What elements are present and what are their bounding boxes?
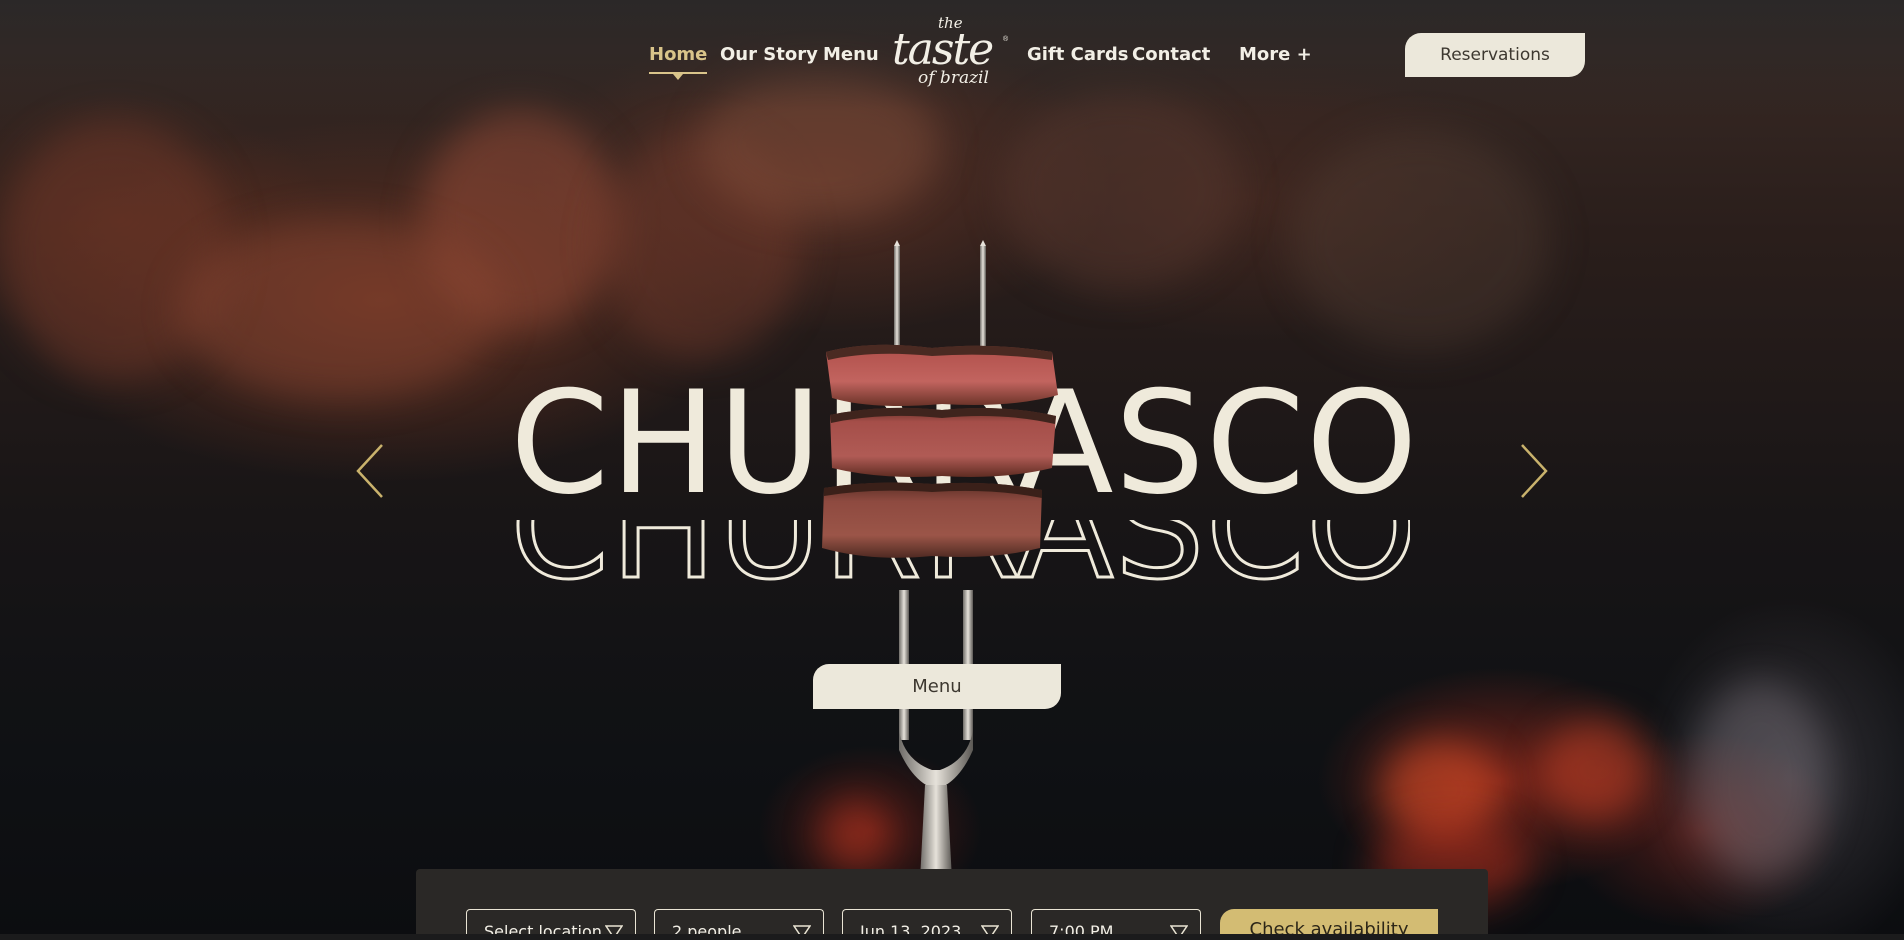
fork-steak-illustration	[822, 240, 1058, 880]
nav-item-more[interactable]: More +	[1239, 44, 1312, 65]
hero-menu-button[interactable]: Menu	[813, 664, 1061, 709]
nav-item-contact-label: Contact	[1132, 44, 1211, 65]
page-bottom-edge	[0, 934, 1904, 940]
reservation-search-bar: Select location 2 people Jun 13, 2023 7:…	[416, 869, 1488, 940]
logo-registered-mark: ®	[1003, 36, 1009, 43]
nav-item-more-label: More +	[1239, 44, 1312, 65]
nav-item-gift-cards-label: Gift Cards	[1027, 44, 1129, 65]
nav-item-contact[interactable]: Contact	[1132, 44, 1210, 65]
nav-item-menu[interactable]: Menu	[823, 44, 879, 65]
chevron-left-icon[interactable]	[355, 443, 385, 499]
nav-item-home[interactable]: Home	[649, 44, 708, 80]
brand-logo[interactable]: the taste of brazil ®	[888, 14, 1012, 94]
chevron-right-icon[interactable]	[1519, 443, 1549, 499]
reservations-button[interactable]: Reservations	[1405, 33, 1585, 77]
nav-item-menu-label: Menu	[823, 44, 879, 65]
nav-item-gift-cards[interactable]: Gift Cards	[1027, 44, 1128, 65]
active-caret-icon	[673, 74, 684, 80]
logo-of-brazil: of brazil	[918, 68, 989, 88]
fork-with-steak-image	[812, 240, 1072, 880]
nav-item-our-story[interactable]: Our Story	[720, 44, 818, 65]
logo-taste: taste	[892, 24, 994, 75]
main-nav: Home Our Story Menu the taste of brazil …	[0, 0, 1904, 100]
nav-item-home-label: Home	[649, 44, 708, 65]
nav-item-our-story-label: Our Story	[720, 44, 818, 65]
